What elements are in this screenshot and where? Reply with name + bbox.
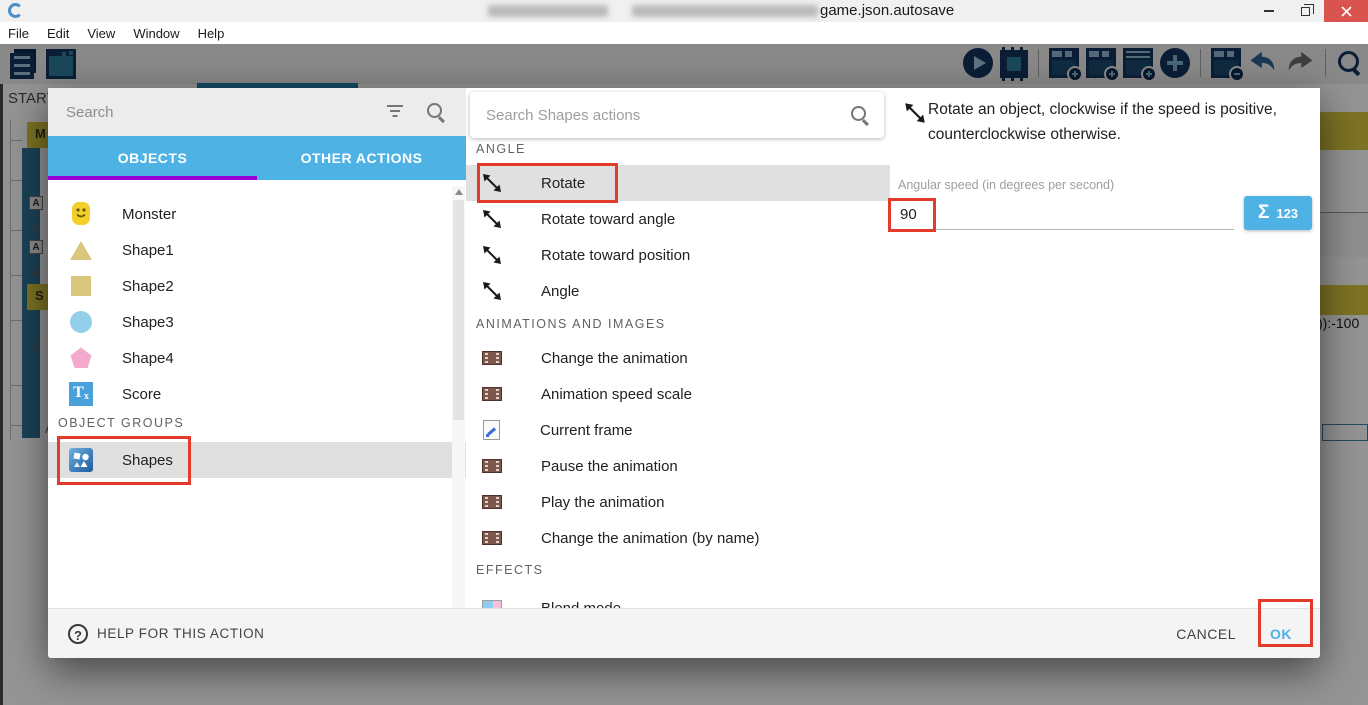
section-header-animations: ANIMATIONS AND IMAGES: [476, 317, 666, 331]
window-titlebar: game.json.autosave: [0, 0, 1368, 22]
text-object-icon: Tx: [68, 382, 94, 406]
film-strip-icon: [482, 387, 502, 401]
angular-speed-input[interactable]: [898, 200, 1234, 230]
search-icon[interactable]: [426, 102, 446, 122]
rotate-icon: [905, 103, 925, 123]
menu-help[interactable]: Help: [198, 26, 225, 41]
minimize-button[interactable]: [1252, 0, 1286, 22]
help-icon: ?: [68, 623, 88, 644]
object-row-shape2[interactable]: Shape2: [48, 268, 466, 304]
object-row-monster[interactable]: Monster: [48, 196, 466, 232]
close-icon: [1340, 5, 1352, 17]
close-button[interactable]: [1324, 0, 1368, 22]
action-search-input[interactable]: [486, 92, 836, 138]
ok-button[interactable]: OK: [1270, 626, 1292, 642]
action-parameters-panel: Rotate an object, clockwise if the speed…: [890, 88, 1320, 608]
action-row-change-animation[interactable]: Change the animation: [466, 340, 885, 376]
action-row-rotate[interactable]: Rotate: [466, 165, 901, 201]
restore-button[interactable]: [1288, 0, 1322, 22]
object-search-bar: [48, 88, 466, 136]
section-header-effects: EFFECTS: [476, 563, 544, 577]
scrollbar-thumb[interactable]: [453, 200, 464, 420]
angular-speed-label: Angular speed (in degrees per second): [898, 178, 1115, 192]
active-tab-underline: [48, 176, 257, 180]
object-row-shape3[interactable]: Shape3: [48, 304, 466, 340]
film-strip-icon: [482, 495, 502, 509]
film-strip-icon: [482, 351, 502, 365]
circle-icon: [68, 310, 94, 334]
film-strip-icon: [482, 531, 502, 545]
object-row-shape1[interactable]: Shape1: [48, 232, 466, 268]
scroll-up-icon[interactable]: [454, 189, 463, 195]
window-title: game.json.autosave: [820, 2, 955, 19]
film-strip-icon: [482, 459, 502, 473]
gdevelop-logo-icon: [8, 3, 23, 18]
rotate-icon: [483, 282, 501, 300]
blurred-title-segment: [632, 5, 818, 17]
menu-edit[interactable]: Edit: [47, 26, 69, 41]
action-row-current-frame[interactable]: Current frame: [466, 412, 885, 448]
search-icon[interactable]: [850, 105, 870, 125]
action-row-change-animation-by-name[interactable]: Change the animation (by name): [466, 520, 885, 556]
menu-view[interactable]: View: [87, 26, 115, 41]
objects-scrollbar[interactable]: [452, 186, 465, 608]
rotate-icon: [483, 246, 501, 264]
tab-objects[interactable]: OBJECTS: [48, 136, 257, 180]
action-row-pause-animation[interactable]: Pause the animation: [466, 448, 885, 484]
help-button[interactable]: ? HELP FOR THIS ACTION: [68, 623, 265, 644]
action-row-animation-speed[interactable]: Animation speed scale: [466, 376, 885, 412]
action-row-angle[interactable]: Angle: [466, 273, 885, 309]
triangle-icon: [68, 239, 94, 261]
object-group-icon: [68, 448, 94, 472]
action-editor-dialog: OBJECTS OTHER ACTIONS Monster Shape1 Sha…: [48, 88, 1320, 658]
tab-other-actions[interactable]: OTHER ACTIONS: [257, 136, 466, 180]
expression-editor-button[interactable]: Σ 123: [1244, 196, 1312, 230]
rotate-icon: [483, 174, 501, 192]
action-search-bar: [470, 92, 884, 138]
action-row-play-animation[interactable]: Play the animation: [466, 484, 885, 520]
group-row-shapes[interactable]: Shapes: [48, 442, 466, 478]
object-groups-header: OBJECT GROUPS: [58, 416, 185, 430]
menu-window[interactable]: Window: [133, 26, 179, 41]
rotate-icon: [483, 210, 501, 228]
pentagon-icon: [68, 346, 94, 370]
monster-icon: [68, 201, 94, 227]
object-row-score[interactable]: Tx Score: [48, 376, 466, 412]
square-icon: [68, 275, 94, 297]
dialog-footer: ? HELP FOR THIS ACTION CANCEL OK: [48, 608, 1320, 658]
filter-icon[interactable]: [386, 105, 404, 119]
action-description: Rotate an object, clockwise if the speed…: [928, 101, 1277, 143]
actions-panel: ANGLE Rotate Rotate toward angle Rotate …: [466, 88, 1303, 617]
sigma-icon: Σ: [1257, 202, 1270, 223]
menu-bar: File Edit View Window Help: [0, 22, 1368, 44]
blurred-title-segment: [488, 5, 608, 17]
section-header-angle: ANGLE: [476, 142, 526, 156]
object-row-shape4[interactable]: Shape4: [48, 340, 466, 376]
action-row-rotate-toward-angle[interactable]: Rotate toward angle: [466, 201, 885, 237]
action-row-rotate-toward-position[interactable]: Rotate toward position: [466, 237, 885, 273]
object-tabs: OBJECTS OTHER ACTIONS: [48, 136, 466, 180]
menu-file[interactable]: File: [8, 26, 29, 41]
object-search-input[interactable]: [66, 88, 376, 136]
cancel-button[interactable]: CANCEL: [1176, 626, 1236, 642]
frame-edit-icon: [483, 420, 500, 440]
objects-panel: OBJECTS OTHER ACTIONS Monster Shape1 Sha…: [48, 88, 466, 608]
